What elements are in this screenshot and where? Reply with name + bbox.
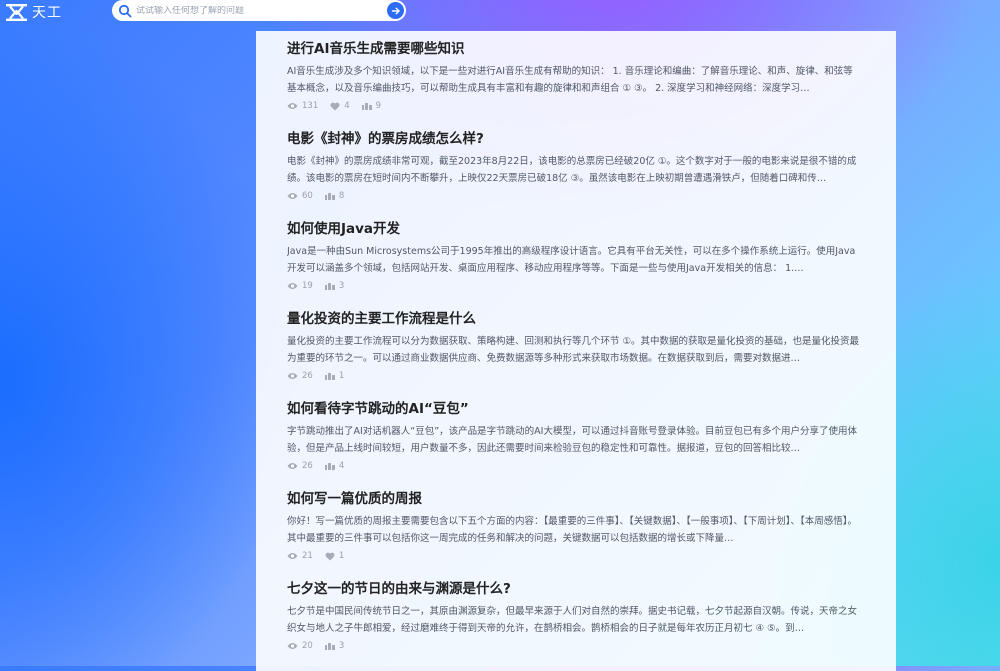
- view-count: 26: [287, 371, 313, 381]
- like-count[interactable]: 4: [330, 101, 350, 111]
- eye-icon: [287, 103, 298, 109]
- question-title[interactable]: 量化投资的主要工作流程是什么: [287, 310, 862, 328]
- question-card[interactable]: 量化投资的主要工作流程是什么 量化投资的主要工作流程可以分为数据获取、策略构建、…: [287, 310, 862, 381]
- view-count: 21: [287, 551, 313, 561]
- question-card[interactable]: 如何使用Java开发 Java是一种由Sun Microsystems公司于19…: [287, 220, 862, 291]
- share-icon: [361, 103, 372, 110]
- search-submit-button[interactable]: [387, 2, 404, 19]
- question-list-panel: 进行AI音乐生成需要哪些知识 AI音乐生成涉及多个知识领域，以下是一些对进行AI…: [256, 31, 896, 671]
- search-bar: [112, 0, 406, 21]
- question-card[interactable]: 如何写一篇优质的周报 你好！写一篇优质的周报主要需要包含以下五个方面的内容：【最…: [287, 490, 862, 561]
- share-count[interactable]: 3: [324, 641, 344, 651]
- question-card[interactable]: 如何看待字节跳动的AI“豆包” 字节跳动推出了AI对话机器人“豆包”，该产品是字…: [287, 400, 862, 471]
- share-count[interactable]: 9: [361, 101, 381, 111]
- share-count[interactable]: 8: [324, 191, 344, 201]
- answer-summary: AI音乐生成涉及多个知识领域，以下是一些对进行AI音乐生成有帮助的知识： 1. …: [287, 66, 853, 94]
- share-icon: [324, 463, 335, 470]
- share-count[interactable]: 3: [324, 281, 344, 291]
- share-icon: [324, 373, 335, 380]
- eye-icon: [287, 373, 298, 379]
- top-bar: 天工: [0, 0, 1000, 22]
- share-icon: [324, 283, 335, 290]
- eye-icon: [287, 463, 298, 469]
- eye-icon: [287, 193, 298, 199]
- question-title[interactable]: 七夕这一的节日的由来与渊源是什么?: [287, 580, 862, 598]
- search-icon: [118, 4, 132, 18]
- question-card[interactable]: 七夕这一的节日的由来与渊源是什么? 七夕节是中国民间传统节日之一，其原由渊源复杂…: [287, 580, 862, 651]
- heart-icon: [330, 102, 340, 110]
- question-card[interactable]: 电影《封神》的票房成绩怎么样? 电影《封神》的票房成绩非常可观，截至2023年8…: [287, 130, 862, 201]
- question-card[interactable]: 进行AI音乐生成需要哪些知识 AI音乐生成涉及多个知识领域，以下是一些对进行AI…: [287, 40, 862, 111]
- heart-icon: [325, 552, 335, 560]
- answer-summary: 量化投资的主要工作流程可以分为数据获取、策略构建、回测和执行等几个环节 ①。其中…: [287, 336, 860, 364]
- question-title[interactable]: 如何使用Java开发: [287, 220, 862, 238]
- card-stats: 26 1: [287, 371, 862, 381]
- card-stats: 19 3: [287, 281, 862, 291]
- card-stats: 21 1: [287, 551, 862, 561]
- tiangong-logo-icon: [6, 3, 27, 21]
- share-icon: [324, 193, 335, 200]
- card-stats: 26 4: [287, 461, 862, 471]
- logo[interactable]: 天工: [6, 2, 62, 22]
- search-input[interactable]: [136, 5, 387, 16]
- question-title[interactable]: 如何看待字节跳动的AI“豆包”: [287, 400, 862, 418]
- share-count[interactable]: 4: [324, 461, 344, 471]
- card-stats: 20 3: [287, 641, 862, 651]
- view-count: 20: [287, 641, 313, 651]
- answer-summary: 你好！写一篇优质的周报主要需要包含以下五个方面的内容：【最重要的三件事】、【关键…: [287, 516, 858, 544]
- view-count: 60: [287, 191, 313, 201]
- view-count: 26: [287, 461, 313, 471]
- answer-summary: Java是一种由Sun Microsystems公司于1995年推出的高级程序设…: [287, 246, 856, 274]
- like-count[interactable]: 1: [325, 551, 344, 561]
- app-name: 天工: [32, 5, 62, 21]
- eye-icon: [287, 643, 298, 649]
- answer-summary: 电影《封神》的票房成绩非常可观，截至2023年8月22日，该电影的总票房已经破2…: [287, 156, 857, 184]
- arrow-right-icon: [391, 7, 400, 14]
- view-count: 19: [287, 281, 313, 291]
- question-title[interactable]: 如何写一篇优质的周报: [287, 490, 862, 508]
- question-title[interactable]: 进行AI音乐生成需要哪些知识: [287, 40, 862, 58]
- answer-summary: 七夕节是中国民间传统节日之一，其原由渊源复杂，但最早来源于人们对自然的崇拜。据史…: [287, 606, 858, 634]
- eye-icon: [287, 283, 298, 289]
- answer-summary: 字节跳动推出了AI对话机器人“豆包”，该产品是字节跳动的AI大模型，可以通过抖音…: [287, 426, 857, 454]
- card-stats: 131 4 9: [287, 101, 862, 111]
- eye-icon: [287, 553, 298, 559]
- share-count[interactable]: 1: [324, 371, 344, 381]
- question-title[interactable]: 电影《封神》的票房成绩怎么样?: [287, 130, 862, 148]
- card-stats: 60 8: [287, 191, 862, 201]
- view-count: 131: [287, 101, 318, 111]
- share-icon: [324, 643, 335, 650]
